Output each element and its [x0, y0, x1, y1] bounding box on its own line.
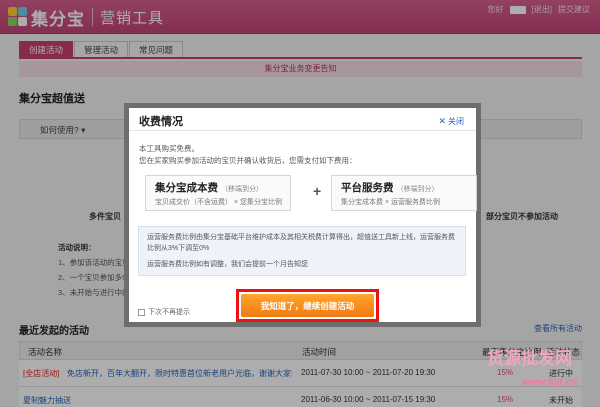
close-label: 关闭	[448, 117, 464, 126]
service-fee-box: 平台服务费 （移端到分） 集分宝成本费 × 运营服务费比例	[331, 175, 477, 211]
dialog-close-button[interactable]: ✕ 关闭	[438, 116, 464, 127]
intro-line: 本工具购买免费。	[139, 144, 199, 153]
cost-fee-note: （移端到分）	[221, 186, 263, 193]
fee-info-dialog: 收费情况 ✕ 关闭 本工具购买免费。 您在买家购买参加活动的宝贝并确认收货后，您…	[124, 103, 481, 327]
info-line: 运营服务费比例如有调整，我们会提前一个月告知您	[147, 261, 308, 268]
dialog-intro: 本工具购买免费。 您在买家购买参加活动的宝贝并确认收货后，您需支付如下费用：	[139, 143, 469, 167]
dont-show-label: 下次不再提示	[148, 309, 190, 316]
info-line: 比例从3%下调至0%	[147, 245, 210, 252]
dialog-title: 收费情况	[139, 116, 183, 128]
service-fee-info-box: 运营服务费比例由集分宝基础平台维护成本及其相关税费计算得出，超值送工具新上线，运…	[138, 226, 466, 276]
info-line: 运营服务费比例由集分宝基础平台维护成本及其相关税费计算得出，超值送工具新上线，运…	[147, 234, 455, 241]
service-fee-title: 平台服务费 （移端到分）	[341, 180, 439, 195]
close-icon: ✕	[438, 116, 446, 126]
dont-show-checkbox[interactable]	[138, 308, 145, 316]
cost-fee-formula: 宝贝成交价（不含运费） × 您集分宝比例	[155, 199, 282, 206]
confirm-continue-button[interactable]: 我知道了，继续创建活动	[241, 294, 374, 317]
cost-fee-title-text: 集分宝成本费	[155, 182, 218, 194]
intro-line: 您在买家购买参加活动的宝贝并确认收货后，您需支付如下费用：	[139, 156, 357, 165]
cost-fee-box: 集分宝成本费 （移端到分） 宝贝成交价（不含运费） × 您集分宝比例	[145, 175, 291, 211]
dialog-header: 收费情况 ✕ 关闭	[129, 108, 476, 131]
cost-fee-title: 集分宝成本费 （移端到分）	[155, 180, 263, 195]
plus-icon: +	[313, 183, 322, 199]
dont-show-again[interactable]: 下次不再提示	[138, 307, 190, 317]
service-fee-formula: 集分宝成本费 × 运营服务费比例	[341, 199, 440, 206]
watermark-url: www.6pf.cn	[522, 377, 578, 388]
service-fee-note: （移端到分）	[396, 186, 439, 193]
watermark-text: 货源批发网	[487, 349, 572, 369]
service-fee-title-text: 平台服务费	[341, 182, 394, 194]
